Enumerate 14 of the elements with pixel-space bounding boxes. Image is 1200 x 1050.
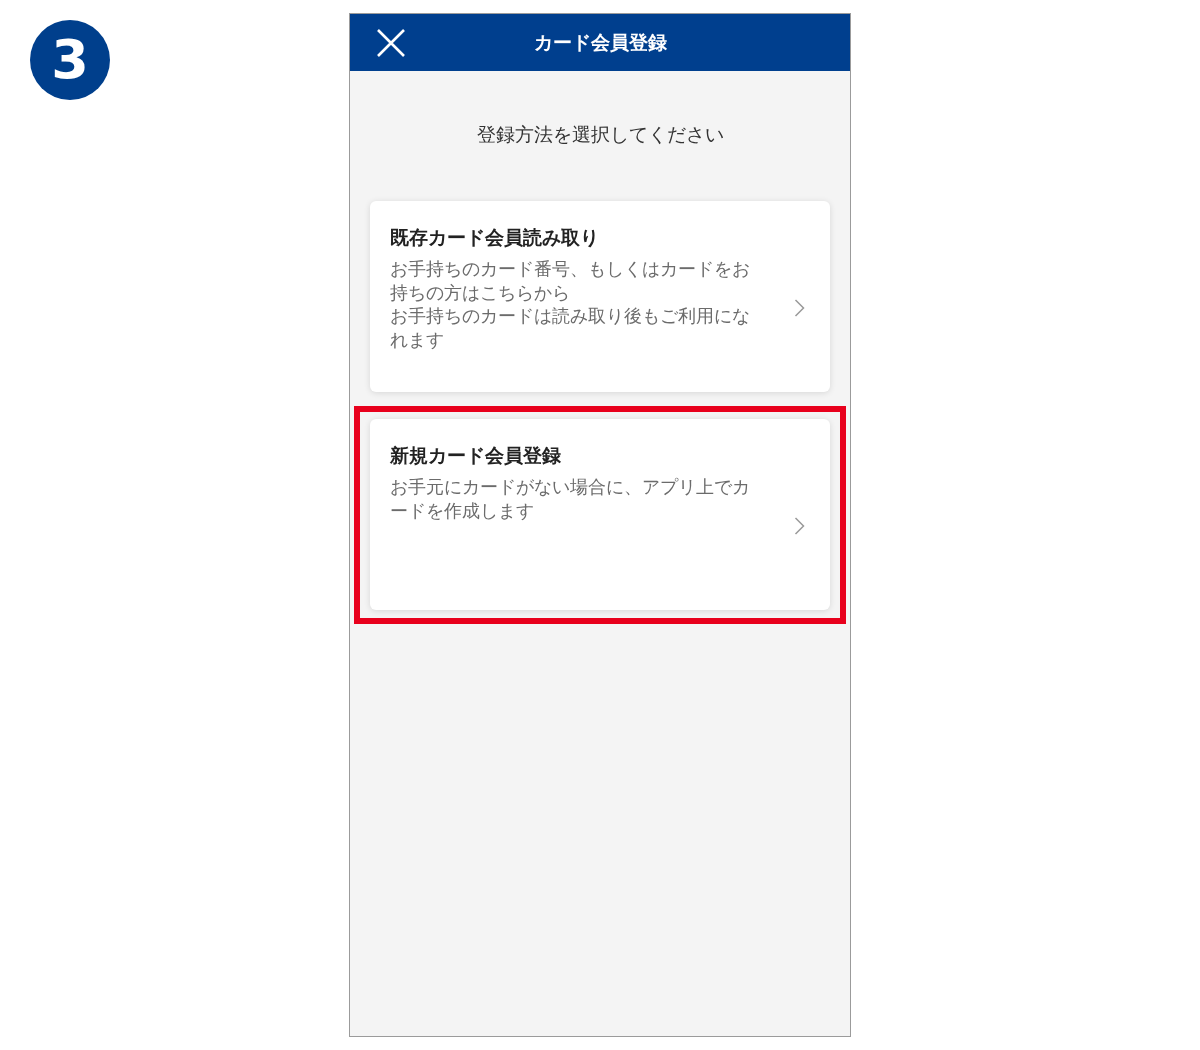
close-icon [377,29,405,57]
close-button[interactable] [377,29,405,57]
option-card[interactable]: 既存カード会員読み取り お手持ちのカード番号、もしくはカードをお持ちの方はこちらから お手持ちのカードは読み取り後もご利用になれます [370,200,830,392]
card-description: お手持ちのカード番号、もしくはカードをお持ちの方はこちらから [390,258,751,305]
step-badge: 3 [30,20,110,100]
chevron-right-icon [794,516,805,535]
card-description: お手持ちのカードは読み取り後もご利用になれます [390,305,751,352]
card-description: お手元にカードがない場合に、アプリ上でカードを作成します [390,476,751,523]
option-card[interactable]: 新規カード会員登録 お手元にカードがない場合に、アプリ上でカードを作成します [370,418,830,610]
screen-title: カード会員登録 [533,30,667,56]
chevron-right-icon [794,298,805,317]
card-title: 新規カード会員登録 [390,443,562,467]
card-title: 既存カード会員読み取り [390,225,600,249]
instruction-text: 登録方法を選択してください [475,122,725,147]
